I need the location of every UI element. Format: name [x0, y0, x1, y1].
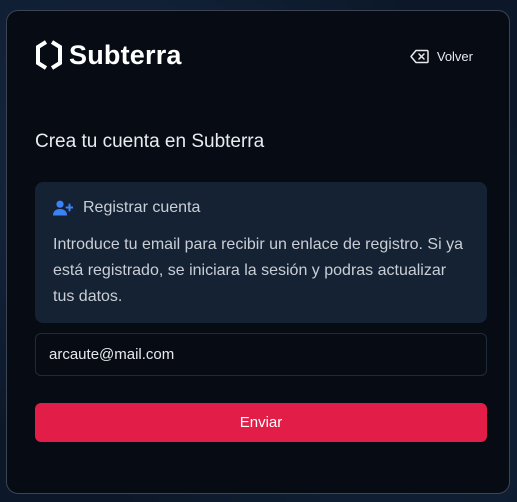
page-title: Crea tu cuenta en Subterra [35, 131, 265, 152]
user-plus-icon [53, 200, 73, 216]
hexagon-brackets-icon [36, 40, 62, 70]
info-title-label: Registrar cuenta [83, 199, 201, 216]
email-field[interactable] [35, 333, 487, 376]
signup-card: Subterra Volver Crea tu cuenta en Subter… [6, 10, 510, 494]
backspace-icon [410, 49, 429, 63]
brand-logo[interactable]: Subterra [35, 39, 182, 71]
brand-name: Subterra [69, 40, 182, 70]
back-button[interactable]: Volver [410, 47, 473, 65]
submit-button[interactable]: Enviar [35, 403, 487, 442]
info-title: Registrar cuenta [53, 198, 471, 218]
info-description: Introduce tu email para recibir un enlac… [53, 236, 463, 305]
info-panel: Registrar cuenta Introduce tu email para… [35, 182, 487, 323]
back-label: Volver [436, 48, 473, 64]
